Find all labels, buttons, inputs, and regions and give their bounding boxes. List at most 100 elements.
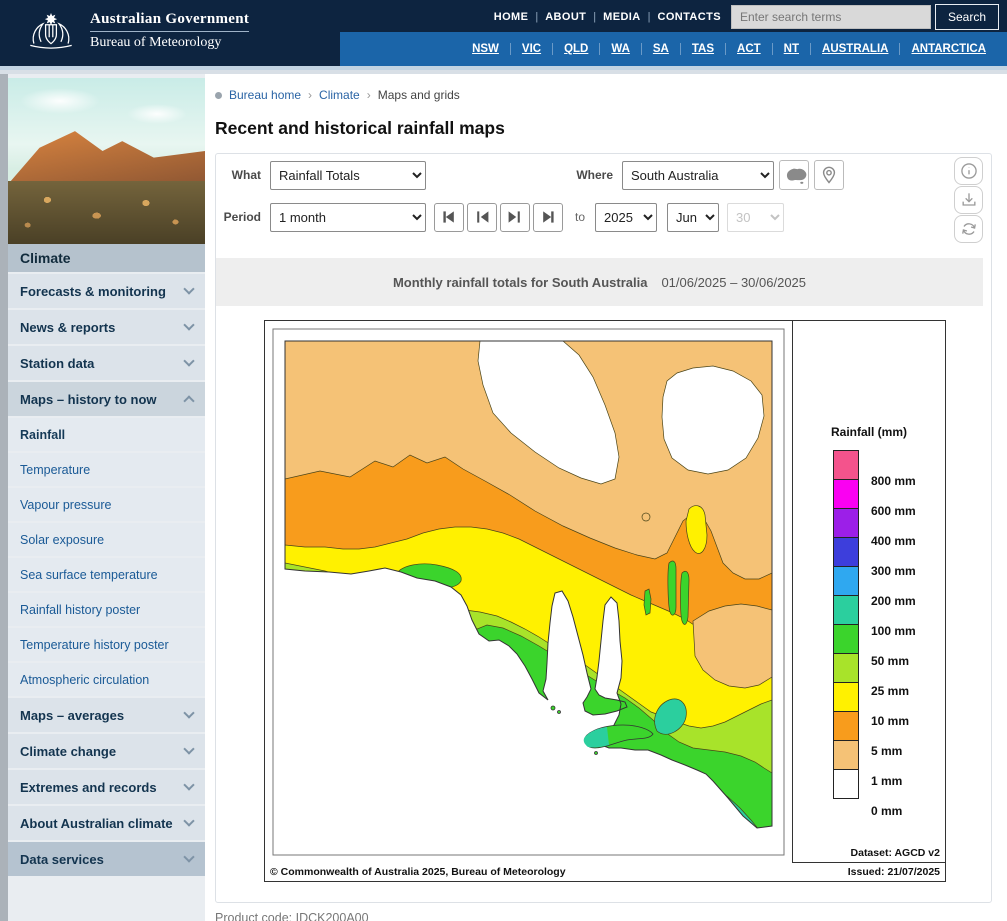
state-nsw[interactable]: NSW: [461, 43, 510, 55]
sidebar-item-maps-averages[interactable]: Maps – averages: [8, 698, 205, 732]
sidebar-item-data-services[interactable]: Data services: [8, 842, 205, 876]
skip-last-icon: [538, 209, 558, 225]
gov-title: Australian Government: [90, 11, 249, 32]
refresh-button[interactable]: [954, 215, 983, 243]
where-label: Where: [571, 168, 613, 182]
download-icon: [959, 190, 979, 210]
sidebar-subitem-sea-surface-temperature[interactable]: Sea surface temperature: [8, 558, 205, 591]
info-button[interactable]: [954, 157, 983, 185]
state-australia[interactable]: AUSTRALIA: [810, 43, 899, 55]
sidebar-subitem-temperature-history-poster[interactable]: Temperature history poster: [8, 628, 205, 661]
sidebar-subitem-atmospheric-circulation[interactable]: Atmospheric circulation: [8, 663, 205, 696]
south-australia-rainfall-map: [265, 321, 792, 863]
skip-last-button[interactable]: [533, 203, 563, 232]
legend-label: 800 mm: [871, 474, 916, 488]
bureau-title: Bureau of Meteorology: [90, 35, 249, 51]
sidebar-subitem-temperature[interactable]: Temperature: [8, 453, 205, 486]
breadcrumb-climate[interactable]: Climate: [319, 88, 360, 102]
legend-label: 10 mm: [871, 714, 909, 728]
info-icon: [959, 161, 979, 181]
state-vic[interactable]: VIC: [510, 43, 552, 55]
australia-map-button[interactable]: [779, 160, 809, 190]
step-back-button[interactable]: [467, 203, 497, 232]
location-pin-button[interactable]: [814, 160, 844, 190]
sidebar-subitem-solar-exposure[interactable]: Solar exposure: [8, 523, 205, 556]
legend-swatch: [833, 653, 859, 683]
sidebar-item-station-data[interactable]: Station data: [8, 346, 205, 380]
sidebar-item-maps-history-to-now[interactable]: Maps – history to now: [8, 382, 205, 416]
nav-about[interactable]: ABOUT: [545, 11, 586, 23]
coat-of-arms-icon: [24, 8, 78, 54]
search-button[interactable]: Search: [935, 4, 999, 30]
chevron-down-icon: [183, 743, 194, 754]
step-back-icon: [472, 209, 492, 225]
legend-swatch: [833, 566, 859, 596]
main-content: Bureau home › Climate › Maps and grids R…: [205, 74, 1007, 921]
state-antarctica[interactable]: ANTARCTICA: [899, 43, 997, 55]
year-select[interactable]: 2025: [595, 203, 657, 232]
legend-label: 1 mm: [871, 774, 902, 788]
legend-label: 400 mm: [871, 534, 916, 548]
legend-swatch: [833, 595, 859, 625]
chevron-down-icon: [183, 355, 194, 366]
legend-label: 5 mm: [871, 744, 902, 758]
legend-swatch: [833, 682, 859, 712]
skip-first-icon: [439, 209, 459, 225]
legend-swatch: [833, 450, 859, 480]
sidebar-item-extremes-and-records[interactable]: Extremes and records: [8, 770, 205, 804]
what-label: What: [216, 168, 261, 182]
state-qld[interactable]: QLD: [552, 43, 599, 55]
breadcrumb-bureau-home[interactable]: Bureau home: [229, 88, 301, 102]
map-legend: Rainfall (mm): [792, 321, 945, 862]
state-wa[interactable]: WA: [599, 43, 641, 55]
sidebar-subitem-rainfall-history-poster[interactable]: Rainfall history poster: [8, 593, 205, 626]
bom-logo[interactable]: Australian Government Bureau of Meteorol…: [24, 8, 249, 54]
search-input[interactable]: [731, 5, 931, 29]
chevron-down-icon: [183, 815, 194, 826]
nav-media[interactable]: MEDIA: [603, 11, 640, 23]
where-select[interactable]: South Australia: [622, 161, 774, 190]
download-button[interactable]: [954, 186, 983, 214]
chevron-down-icon: [183, 707, 194, 718]
state-nt[interactable]: NT: [772, 43, 810, 55]
period-select[interactable]: 1 month: [270, 203, 426, 232]
breadcrumb-bullet-icon: [215, 92, 222, 99]
chevron-down-icon: [183, 851, 194, 862]
map-copyright: © Commonwealth of Australia 2025, Bureau…: [270, 866, 566, 878]
state-act[interactable]: ACT: [725, 43, 772, 55]
what-select[interactable]: Rainfall Totals: [270, 161, 426, 190]
results-box: What Rainfall Totals Where South Austral…: [215, 153, 992, 903]
nav-contacts[interactable]: CONTACTS: [657, 11, 721, 23]
map-tools: [954, 157, 983, 243]
chevron-down-icon: [183, 779, 194, 790]
breadcrumb-current: Maps and grids: [378, 88, 460, 102]
state-tas[interactable]: TAS: [680, 43, 725, 55]
legend-swatch: [833, 537, 859, 567]
legend-label: 25 mm: [871, 684, 909, 698]
month-select[interactable]: Jun: [667, 203, 719, 232]
site-header: Australian Government Bureau of Meteorol…: [0, 0, 1007, 70]
skip-first-button[interactable]: [434, 203, 464, 232]
page-title: Recent and historical rainfall maps: [215, 118, 1007, 139]
sidebar-subitem-vapour-pressure[interactable]: Vapour pressure: [8, 488, 205, 521]
step-forward-button[interactable]: [500, 203, 530, 232]
legend-title: Rainfall (mm): [793, 425, 945, 439]
nav-home[interactable]: HOME: [494, 11, 529, 23]
map-date-range: 01/06/2025 – 30/06/2025: [661, 275, 806, 290]
chevron-up-icon: [183, 395, 194, 406]
state-sa[interactable]: SA: [641, 43, 680, 55]
day-select[interactable]: 30: [727, 203, 784, 232]
step-forward-icon: [505, 209, 525, 225]
legend-color-scale: [833, 451, 859, 799]
australia-map-icon: [781, 164, 807, 186]
sidebar-item-news-reports[interactable]: News & reports: [8, 310, 205, 344]
sidebar-subitem-rainfall[interactable]: Rainfall: [8, 418, 205, 451]
issued-date: Issued: 21/07/2025: [848, 866, 940, 878]
sidebar-item-forecasts-monitoring[interactable]: Forecasts & monitoring: [8, 274, 205, 308]
sidebar-item-climate-change[interactable]: Climate change: [8, 734, 205, 768]
controls-row-2: Period 1 month t: [216, 202, 983, 232]
left-gutter: [0, 74, 8, 921]
legend-swatch: [833, 624, 859, 654]
sidebar-item-about-australian-climate[interactable]: About Australian climate: [8, 806, 205, 840]
legend-label: 200 mm: [871, 594, 916, 608]
